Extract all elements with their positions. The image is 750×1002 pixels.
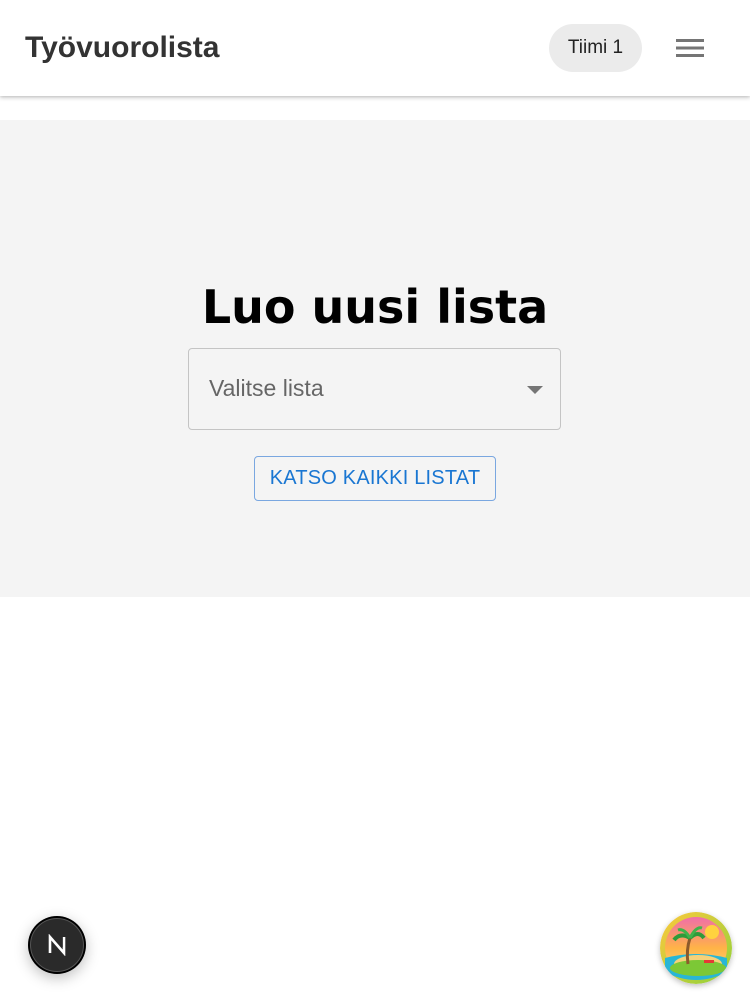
tropical-island-icon[interactable] (660, 912, 732, 984)
hamburger-menu-icon (676, 39, 704, 57)
page-title: Luo uusi lista (201, 280, 549, 334)
nextjs-dev-badge[interactable] (28, 916, 86, 974)
list-select[interactable]: Valitse lista (188, 348, 561, 430)
view-all-lists-button[interactable]: KATSO KAIKKI LISTAT (254, 456, 496, 501)
nextjs-logo-icon (30, 918, 84, 972)
dropdown-arrow-icon (527, 386, 543, 394)
list-select-placeholder: Valitse lista (209, 375, 324, 401)
menu-button[interactable] (668, 26, 712, 70)
create-list-section: Luo uusi lista Valitse lista KATSO KAIKK… (0, 120, 750, 597)
app-title: Työvuorolista (25, 31, 220, 64)
app-bar: Työvuorolista Tiimi 1 (0, 0, 750, 96)
team-chip[interactable]: Tiimi 1 (549, 24, 642, 72)
